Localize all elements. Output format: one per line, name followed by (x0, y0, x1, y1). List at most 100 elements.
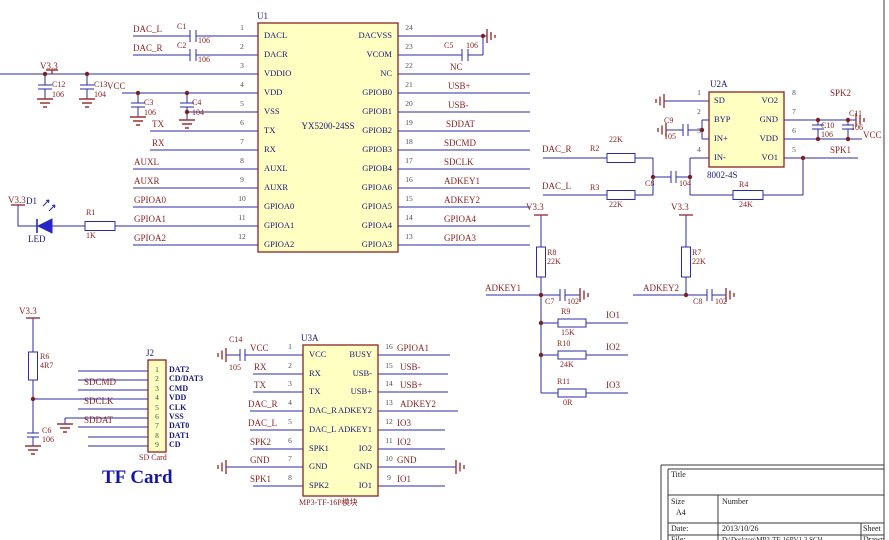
u1-pin-number: 4 (234, 81, 250, 89)
cap-c2-value: 106 (198, 56, 210, 64)
u1-pin-name: GPIOA0 (264, 202, 294, 211)
net-label-vcc: VCC (250, 344, 269, 353)
u1-pin-number: 9 (234, 176, 250, 184)
u1-pin-number: 24 (401, 24, 417, 32)
u1-pin-name: GPIOB2 (332, 126, 392, 135)
net-label-gpioa1: GPIOA1 (397, 344, 429, 353)
cap-c8b-value: 102 (715, 298, 727, 306)
cap-c3-value: 106 (144, 109, 156, 117)
j2-pin-name: DAT0 (169, 422, 189, 430)
net-label-gpioa4: GPIOA4 (444, 215, 476, 224)
net-label-auxl: AUXL (134, 158, 159, 167)
net-label-dac-l: DAC_L (248, 419, 277, 428)
u1-pin-name: VCOM (332, 50, 392, 59)
ground-icon (79, 99, 95, 107)
u3a-pin-name: USB- (325, 369, 372, 378)
u1-pin-number: 3 (234, 62, 250, 70)
u2a-pin-number: 6 (786, 127, 802, 135)
power-label-v33: V3.3 (671, 203, 689, 212)
power-label-v33: V3.3 (8, 196, 26, 205)
net-label-sdclk: SDCLK (444, 158, 474, 167)
u3a-pin-name: GND (325, 462, 372, 471)
u2a-pin-number: 5 (786, 146, 802, 154)
u1-pin-number: 23 (401, 43, 417, 51)
u3a-pin-number: 14 (381, 380, 397, 388)
u3a-pin-name: RX (309, 369, 321, 378)
power-label-v33: V3.3 (19, 307, 37, 316)
resistor-r2-icon (607, 154, 635, 163)
resistor-r2-ref: R2 (590, 145, 599, 153)
u2a-pin-name: GND (733, 115, 778, 124)
u1-pin-number: 10 (234, 195, 250, 203)
u1-pin-number: 12 (234, 233, 250, 241)
u3a-pin-number: 7 (282, 455, 298, 463)
net-label-dac-r: DAC_R (542, 145, 572, 154)
u1-pin-name: GPIOA2 (264, 240, 294, 249)
junction-dot (684, 293, 688, 297)
net-label-gnd: GND (250, 456, 270, 465)
u3a-pin-name: IO2 (325, 444, 372, 453)
titleblock-date-value: 2013/10/26 (722, 525, 758, 533)
cap-c10-value: 106 (821, 131, 833, 139)
resistor-r8-ref: R8 (547, 249, 556, 257)
net-label-nc: NC (450, 63, 463, 72)
u1-pin-name: GPIOB3 (332, 145, 392, 154)
j2-ref: J2 (146, 349, 154, 358)
u3a-pin-number: 11 (381, 437, 397, 445)
net-label-dac-l: DAC_L (133, 25, 162, 34)
u3a-pin-number: 6 (282, 437, 298, 445)
net-label-auxr: AUXR (134, 177, 160, 186)
j2-pin-number: 5 (148, 404, 166, 412)
u3a-pin-number: 12 (381, 418, 397, 426)
u1-pin-name: GPIOB4 (332, 164, 392, 173)
cap-c9-ref: C9 (664, 117, 673, 125)
u1-pin-name: GPIOB1 (332, 107, 392, 116)
resistor-r7-ref: R7 (692, 249, 701, 257)
u2a-ref: U2A (710, 80, 728, 89)
net-label-sddat: SDDAT (446, 120, 475, 129)
u1-pin-name: AUXL (264, 164, 288, 173)
ground-icon (37, 99, 53, 107)
u1-pin-name: GPIOB0 (332, 88, 392, 97)
cap-c12-value: 106 (52, 91, 64, 99)
adkey1-wires (486, 215, 628, 393)
resistor-r1-icon (85, 222, 115, 231)
u3a-pin-number: 3 (282, 380, 298, 388)
power-label-vcc: VCC (107, 82, 126, 91)
u2a-pin-number: 8 (786, 89, 802, 97)
ground-icon (25, 446, 41, 454)
cap-c14-value: 105 (229, 364, 241, 372)
cap-c4-value: 104 (192, 109, 204, 117)
cap-c11-value: 106 (851, 124, 863, 132)
u1-pin-number: 6 (234, 119, 250, 127)
u2a-pin-name: VO2 (733, 96, 778, 105)
cap-c14-ref: C14 (229, 336, 242, 344)
u1-pin-name: GPIOA1 (264, 221, 294, 230)
resistor-r1-ref: R1 (86, 209, 95, 217)
ground-icon (179, 120, 195, 128)
led-d1-icon (37, 200, 55, 233)
u1-pin-number: 18 (401, 138, 417, 146)
u1-pin-name: TX (264, 126, 275, 135)
resistor-r1-value: 1K (86, 232, 96, 240)
u1-ref: U1 (257, 12, 268, 21)
power-label-vcc: VCC (863, 131, 882, 140)
u1-pin-number: 7 (234, 138, 250, 146)
net-label-sddat: SDDAT (84, 416, 113, 425)
u3a-pin-number: 15 (381, 362, 397, 370)
cap-c13-value: 104 (94, 91, 106, 99)
cap-c5-ref: C5 (444, 42, 453, 50)
net-label-spk1: SPK1 (250, 475, 271, 484)
cap-c8-ref: C8 (645, 180, 654, 188)
led-d1-ref: D1 (26, 197, 37, 206)
titleblock-title-label: Title (671, 471, 686, 479)
cap-c3-ref: C3 (144, 99, 153, 107)
u1-pin-number: 16 (401, 176, 417, 184)
j2-pin-name: VDD (169, 394, 186, 402)
j2-pin-name: DAT1 (169, 432, 189, 440)
ground-icon (456, 460, 464, 474)
title-block-lines (661, 0, 884, 540)
u3a-pin-name: IO1 (325, 481, 372, 490)
j2-pin-name: CLK (169, 404, 186, 412)
net-label-sdcmd: SDCMD (84, 378, 116, 387)
